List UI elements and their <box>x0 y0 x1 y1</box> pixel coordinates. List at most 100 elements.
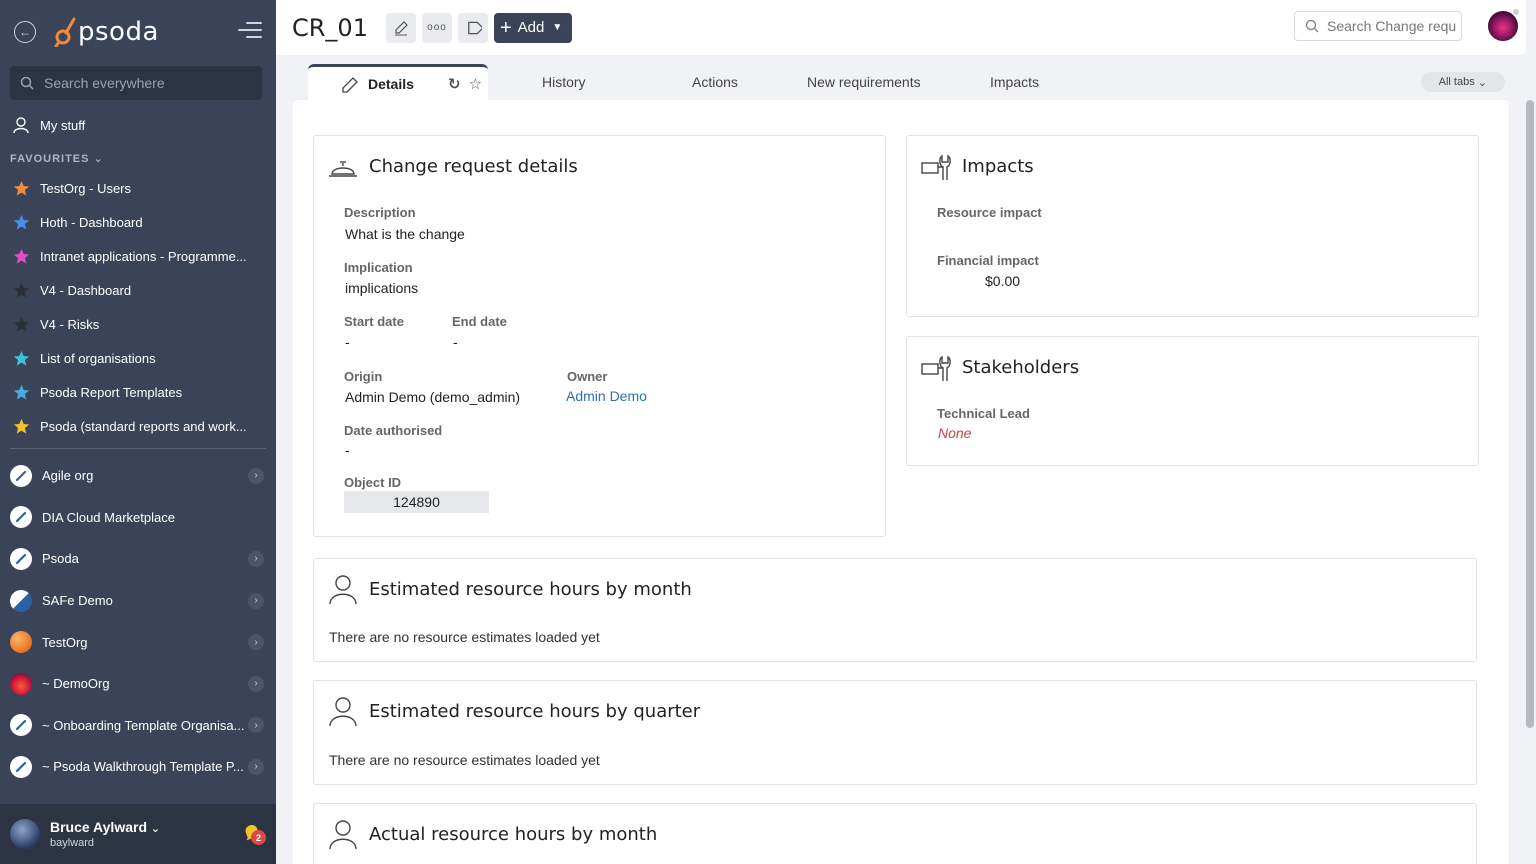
chevron-right-icon[interactable]: › <box>248 592 264 609</box>
tab-label: New requirements <box>807 74 921 90</box>
tab-actions[interactable]: Actions <box>692 64 738 100</box>
tab-impacts[interactable]: Impacts <box>990 64 1039 100</box>
favourite-label: Psoda Report Templates <box>40 384 183 400</box>
chevron-down-icon: ▼ <box>552 22 563 33</box>
status-dot <box>1512 8 1520 16</box>
menu-toggle-icon[interactable] <box>238 22 262 40</box>
psoda-logo[interactable]: psoda <box>54 17 159 47</box>
edit-button[interactable] <box>385 12 416 43</box>
sidebar-search-input[interactable]: Search everywhere <box>10 66 262 100</box>
object-id-value: 124890 <box>344 491 489 513</box>
end-date-value: - <box>453 334 458 350</box>
chevron-down-icon: ⌄ <box>93 153 104 165</box>
object-id-label: Object ID <box>344 475 402 490</box>
chevron-right-icon[interactable]: › <box>248 467 264 484</box>
favourites-header-label: FAVOURITES <box>10 153 90 165</box>
end-date-label: End date <box>452 314 507 329</box>
origin-label: Origin <box>344 369 383 384</box>
plus-icon: + <box>499 16 512 39</box>
sidebar-item-my-stuff[interactable]: My stuff <box>0 108 276 142</box>
pencil-icon <box>342 77 358 93</box>
favourite-item[interactable]: V4 - Dashboard <box>0 273 276 307</box>
org-item[interactable]: ~ Onboarding Template Organisa... › <box>0 705 276 747</box>
compass-icon <box>10 547 32 570</box>
star-icon <box>12 316 30 333</box>
tab-label: Details <box>368 75 414 92</box>
chevron-right-icon[interactable]: › <box>248 550 264 567</box>
tab-details[interactable]: Details ↻ ☆ <box>308 64 488 100</box>
stakeholders-card: Stakeholders Technical Lead None <box>906 336 1479 466</box>
card-title: Actual resource hours by month <box>369 824 658 845</box>
details-panel: Change request details Description What … <box>293 100 1509 864</box>
star-icon <box>12 180 30 197</box>
refresh-icon[interactable]: ↻ <box>448 75 461 93</box>
avatar[interactable] <box>10 819 40 849</box>
org-item[interactable]: TestOrg › <box>0 621 276 663</box>
card-title: Stakeholders <box>962 357 1080 378</box>
favourite-item[interactable]: Psoda Report Templates <box>0 375 276 409</box>
org-item[interactable]: SAFe Demo › <box>0 580 276 622</box>
all-tabs-dropdown[interactable]: All tabs ⌄ <box>1420 72 1505 92</box>
user-panel[interactable]: Bruce Aylward ⌄ baylward 2 <box>0 804 276 864</box>
header-search-input[interactable]: Search Change requ <box>1294 11 1462 41</box>
org-label: Agile org <box>42 468 94 484</box>
org-label: Psoda <box>42 551 79 567</box>
empty-message: There are no resource estimates loaded y… <box>329 752 600 768</box>
compass-icon <box>10 506 32 529</box>
implication-value: implications <box>345 280 419 296</box>
chevron-right-icon[interactable]: › <box>248 634 264 651</box>
estimated-hours-month-card: Estimated resource hours by month There … <box>313 558 1477 662</box>
star-icon <box>12 384 30 401</box>
tab-history[interactable]: History <box>542 64 586 100</box>
favourite-item[interactable]: Intranet applications - Programme... <box>0 239 276 273</box>
tag-button[interactable] <box>457 12 488 43</box>
more-options-button[interactable]: ooo <box>421 12 452 43</box>
tab-new-requirements[interactable]: New requirements <box>807 64 921 100</box>
chevron-right-icon[interactable]: › <box>248 717 264 734</box>
chevron-right-icon[interactable]: › <box>248 758 264 775</box>
tab-label: Actions <box>692 74 738 90</box>
favourite-item[interactable]: List of organisations <box>0 341 276 375</box>
actual-hours-month-card: Actual resource hours by month <box>313 803 1477 864</box>
favourite-label: V4 - Dashboard <box>40 282 132 298</box>
card-title: Change request details <box>369 156 578 177</box>
wrench-icon <box>921 154 951 180</box>
technical-lead-value[interactable]: None <box>938 425 971 441</box>
search-icon <box>20 76 34 90</box>
favourites-header[interactable]: FAVOURITES ⌄ <box>0 142 276 171</box>
impacts-card: Impacts Resource impact Financial impact… <box>906 135 1479 317</box>
favourite-item[interactable]: TestOrg - Users <box>0 171 276 205</box>
favourite-label: Hoth - Dashboard <box>40 214 143 230</box>
wrench-icon <box>921 355 951 381</box>
org-item[interactable]: Agile org › <box>0 455 276 497</box>
sidebar-search-placeholder: Search everywhere <box>44 75 165 91</box>
notifications-button[interactable]: 2 <box>242 822 266 847</box>
header: CR_01 ooo + Add ▼ Search Change requ <box>276 0 1526 55</box>
favourite-item[interactable]: Hoth - Dashboard <box>0 205 276 239</box>
owner-link[interactable]: Admin Demo <box>566 388 647 404</box>
add-button[interactable]: + Add ▼ <box>493 12 573 43</box>
chevron-down-icon: ⌄ <box>150 823 161 835</box>
description-label: Description <box>344 205 416 220</box>
favourite-item[interactable]: Psoda (standard reports and work... <box>0 409 276 443</box>
favourite-label: V4 - Risks <box>40 316 100 332</box>
tab-bar: Details ↻ ☆ History Actions New requirem… <box>293 60 1509 100</box>
org-item[interactable]: Psoda › <box>0 538 276 580</box>
org-item[interactable]: DIA Cloud Marketplace <box>0 497 276 539</box>
card-title: Impacts <box>962 156 1034 177</box>
tag-icon <box>468 21 482 34</box>
resource-impact-label: Resource impact <box>937 205 1042 220</box>
favourite-item[interactable]: V4 - Risks <box>0 307 276 341</box>
org-item[interactable]: ~ DemoOrg › <box>0 663 276 705</box>
notification-count: 2 <box>251 830 266 845</box>
chevron-right-icon[interactable]: › <box>248 675 264 692</box>
star-icon[interactable]: ☆ <box>469 75 482 93</box>
org-item[interactable]: ~ Psoda Walkthrough Template P... › <box>0 746 276 788</box>
favourite-label: List of organisations <box>40 350 156 366</box>
logo-text: psoda <box>78 17 159 47</box>
back-button[interactable]: ← <box>14 21 36 43</box>
favourite-label: Intranet applications - Programme... <box>40 248 247 264</box>
scrollbar[interactable] <box>1526 100 1534 728</box>
ellipsis-icon: ooo <box>427 22 447 33</box>
compass-icon <box>10 714 32 737</box>
